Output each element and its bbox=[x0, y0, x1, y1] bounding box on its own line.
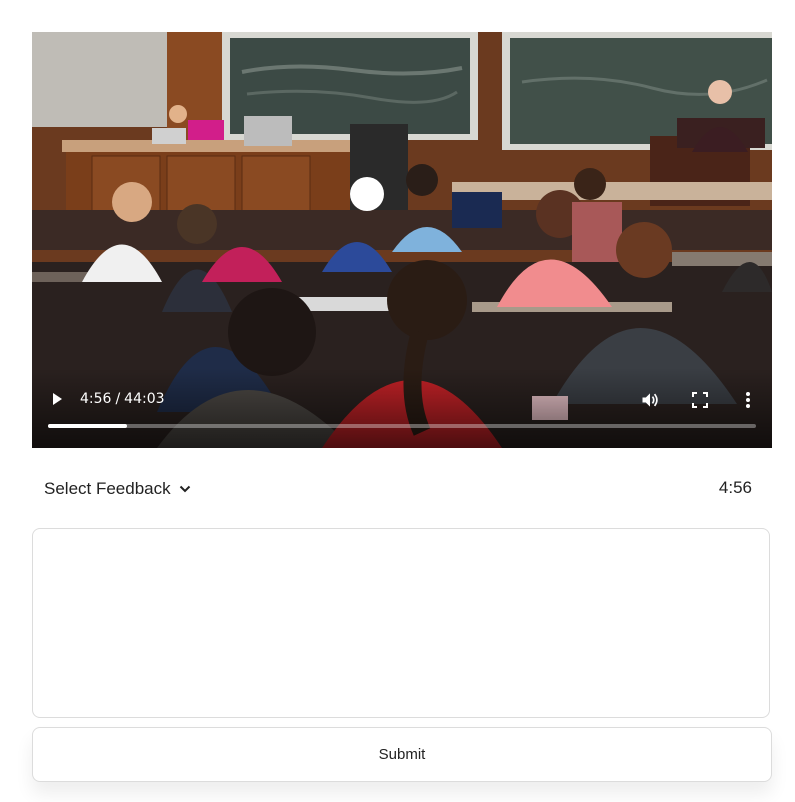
volume-icon bbox=[642, 393, 658, 407]
more-options-button[interactable] bbox=[736, 388, 760, 412]
feedback-timestamp: 4:56 bbox=[718, 478, 752, 497]
progress-fill bbox=[48, 424, 128, 428]
duration: 44:03 bbox=[124, 391, 165, 407]
fullscreen-icon bbox=[692, 392, 708, 408]
more-vert-icon bbox=[746, 392, 750, 408]
fullscreen-button[interactable] bbox=[688, 388, 712, 412]
feedback-comment-field[interactable] bbox=[32, 528, 770, 718]
mute-button[interactable] bbox=[638, 388, 662, 412]
submit-button[interactable]: Submit bbox=[32, 727, 772, 782]
time-display: 4:56 / 44:03 bbox=[80, 389, 165, 409]
feedback-select-label: Select Feedback bbox=[44, 479, 171, 498]
chevron-down-icon bbox=[179, 485, 190, 493]
current-time: 4:56 bbox=[80, 391, 112, 407]
time-separator: / bbox=[115, 391, 121, 407]
play-button[interactable] bbox=[46, 388, 68, 410]
feedback-select[interactable]: Select Feedback bbox=[44, 476, 191, 502]
play-icon bbox=[53, 393, 62, 405]
feedback-row: Select Feedback 4:56 bbox=[32, 468, 772, 508]
progress-bar[interactable] bbox=[48, 424, 756, 428]
video-player[interactable]: 4:56 / 44:03 bbox=[32, 32, 772, 448]
